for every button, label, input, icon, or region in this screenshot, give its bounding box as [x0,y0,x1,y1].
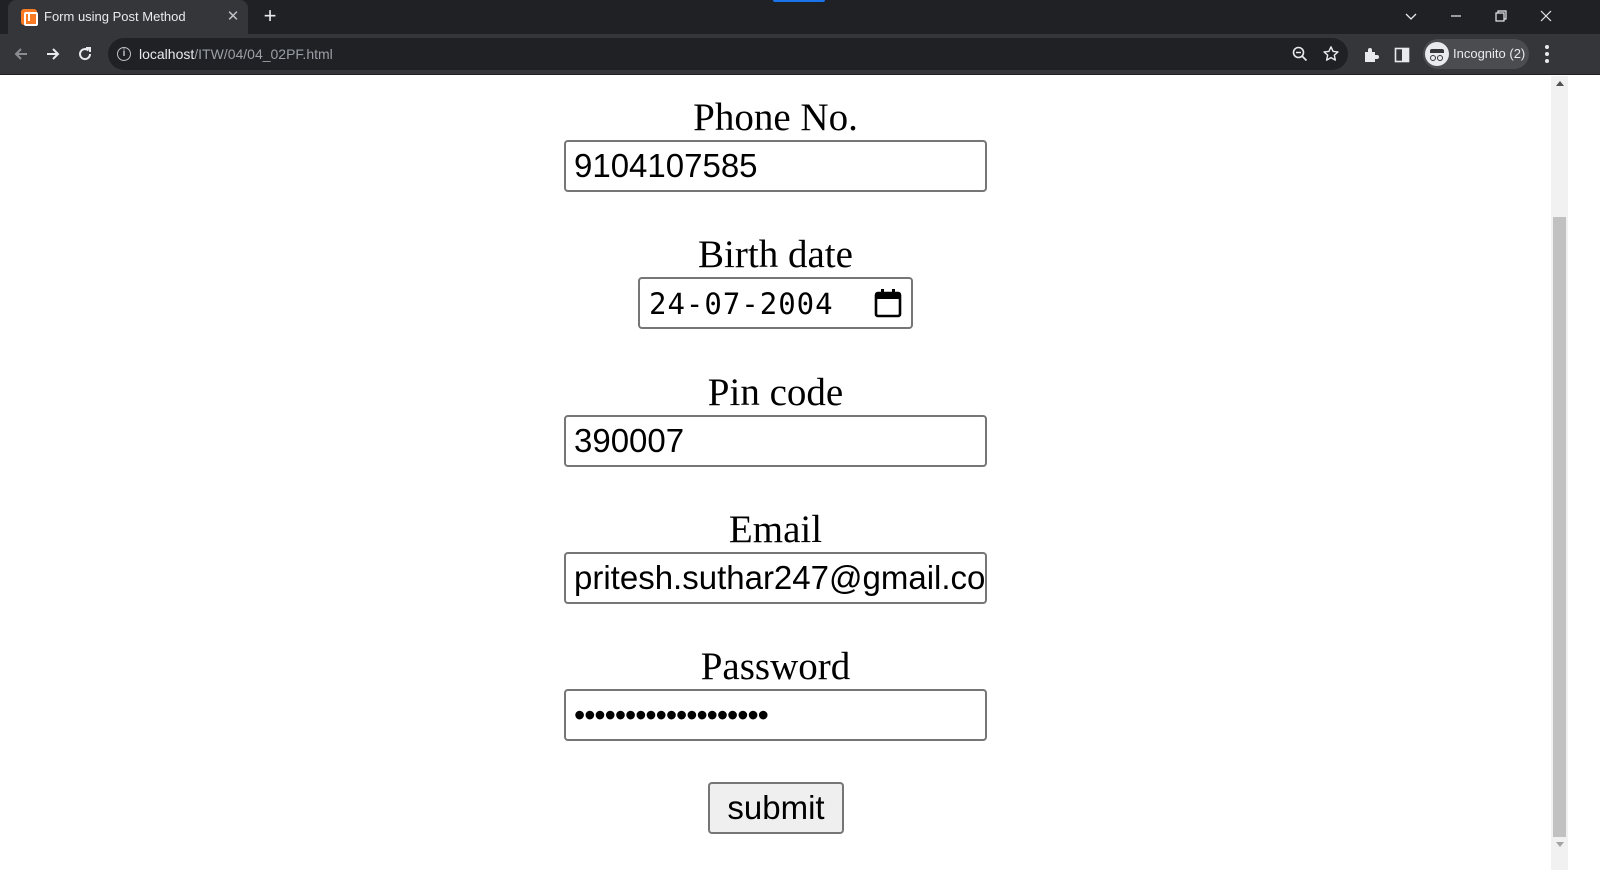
birth-date-value[interactable]: 24-07-2004 [649,285,834,323]
menu-dot-icon [1545,52,1549,56]
browser-tab-active[interactable]: Form using Post Method ✕ [8,0,248,34]
reload-button[interactable] [71,40,99,68]
side-panel-icon[interactable] [1393,46,1411,64]
profile-label: Incognito (2) [1453,46,1526,61]
tab-title: Form using Post Method [44,9,186,24]
menu-dot-icon [1545,59,1549,63]
arrow-right-icon [47,48,60,60]
birth-date-input[interactable]: 24-07-2004 [638,277,913,329]
url-text[interactable]: localhost/ITW/04/04_02PF.html [139,46,333,62]
incognito-icon [1425,42,1449,66]
minimize-icon [1451,15,1461,17]
extensions-puzzle-icon[interactable] [1362,46,1380,64]
browser-toolbar: i localhost/ITW/04/04_02PF.html Incognit… [0,34,1600,75]
address-bar[interactable]: i localhost/ITW/04/04_02PF.html [108,38,1348,70]
pin-code-field: Pin code 390007 [0,371,1551,467]
scroll-thumb[interactable] [1553,217,1566,837]
page-scrollbar[interactable] [1551,76,1568,870]
calendar-icon[interactable] [874,288,902,318]
phone-input[interactable]: 9104107585 [564,140,987,192]
tab-search-accent [773,0,825,2]
email-label: Email [728,508,823,551]
password-field: Password ••••••••••••••••••• [0,645,1551,741]
zoom-icon[interactable] [1291,45,1309,63]
close-icon [1540,10,1552,22]
window-edge [1568,76,1600,870]
info-icon[interactable]: i [117,47,131,61]
star-icon[interactable] [1322,45,1340,63]
pin-code-input[interactable]: 390007 [564,415,987,467]
email-field: Email pritesh.suthar247@gmail.co [0,508,1551,604]
scroll-down-arrow-icon[interactable] [1556,842,1564,847]
restore-icon [1495,10,1507,22]
birth-date-field: Birth date 24-07-2004 [0,233,1551,329]
tab-search-button[interactable] [1388,0,1433,30]
reload-icon [79,47,92,61]
arrow-left-icon [14,48,27,60]
incognito-profile-button[interactable]: Incognito (2) [1423,39,1529,69]
minimize-button[interactable] [1433,0,1478,30]
browser-menu-button[interactable] [1538,44,1556,64]
new-tab-button[interactable]: + [258,5,282,29]
password-label: Password [700,645,851,688]
xampp-favicon-icon [21,9,38,26]
phone-label: Phone No. [693,96,858,139]
birth-date-label: Birth date [698,233,853,276]
forward-button[interactable] [39,40,67,68]
scroll-up-arrow-icon[interactable] [1556,81,1564,86]
submit-button[interactable]: submit [708,782,844,834]
pin-code-label: Pin code [707,371,844,414]
back-button[interactable] [7,40,35,68]
close-icon[interactable]: ✕ [224,8,242,26]
email-input[interactable]: pritesh.suthar247@gmail.co [564,552,987,604]
phone-field: Phone No. 9104107585 [0,96,1551,192]
close-window-button[interactable] [1523,0,1568,30]
menu-dot-icon [1545,45,1549,49]
chevron-down-icon [1405,13,1417,20]
tab-strip: Form using Post Method ✕ + [0,0,1600,34]
password-input[interactable]: ••••••••••••••••••• [564,689,987,741]
restore-button[interactable] [1478,0,1523,30]
page-viewport: Phone No. 9104107585 Birth date 24-07-20… [0,76,1551,870]
